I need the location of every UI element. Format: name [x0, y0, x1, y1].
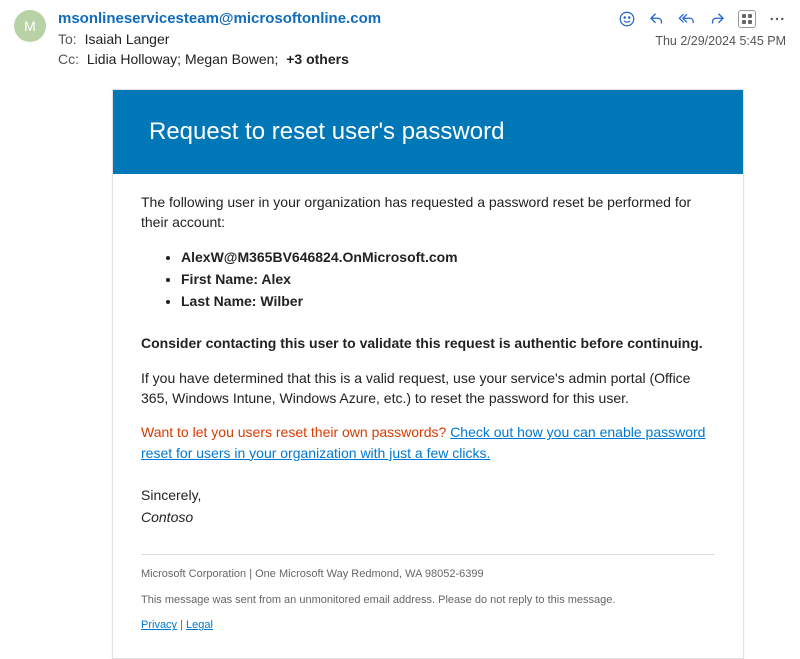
- sender-avatar: M: [14, 10, 46, 42]
- action-bar: [618, 10, 786, 28]
- react-icon[interactable]: [618, 10, 636, 28]
- company-signature: Contoso: [141, 507, 715, 527]
- sender-name[interactable]: msonlineservicesteam@microsoftonline.com: [58, 10, 618, 27]
- intro-text: The following user in your organization …: [141, 192, 715, 233]
- list-item: First Name: Alex: [181, 269, 715, 289]
- cc-value[interactable]: Lidia Holloway; Megan Bowen;: [87, 51, 278, 67]
- list-item: Last Name: Wilber: [181, 291, 715, 311]
- forward-icon[interactable]: [708, 10, 726, 28]
- header-right: Thu 2/29/2024 5:45 PM: [618, 10, 786, 48]
- user-details-list: AlexW@M365BV646824.OnMicrosoft.com First…: [181, 247, 715, 312]
- footer-note: This message was sent from an unmonitore…: [141, 593, 715, 609]
- warning-text: Consider contacting this user to validat…: [141, 333, 715, 353]
- list-item: AlexW@M365BV646824.OnMicrosoft.com: [181, 247, 715, 267]
- timestamp: Thu 2/29/2024 5:45 PM: [655, 34, 786, 48]
- signoff: Sincerely,: [141, 485, 715, 505]
- email-content: The following user in your organization …: [113, 174, 743, 658]
- reply-all-icon[interactable]: [678, 10, 696, 28]
- email-header: M msonlineservicesteam@microsoftonline.c…: [0, 0, 800, 77]
- to-value[interactable]: Isaiah Langer: [85, 31, 170, 47]
- banner-title: Request to reset user's password: [113, 90, 743, 174]
- email-footer: Microsoft Corporation | One Microsoft Wa…: [141, 554, 715, 635]
- valid-request-text: If you have determined that this is a va…: [141, 368, 715, 409]
- promo-red-text: Want to let you users reset their own pa…: [141, 424, 450, 440]
- footer-sep: |: [177, 619, 186, 631]
- to-line: To: Isaiah Langer: [58, 31, 618, 47]
- more-icon[interactable]: [768, 10, 786, 28]
- cc-label: Cc:: [58, 51, 79, 67]
- cc-line: Cc: Lidia Holloway; Megan Bowen; +3 othe…: [58, 51, 618, 67]
- privacy-link[interactable]: Privacy: [141, 619, 177, 631]
- apps-icon[interactable]: [738, 10, 756, 28]
- cc-extra[interactable]: +3 others: [286, 51, 349, 67]
- promo-line: Want to let you users reset their own pa…: [141, 422, 715, 463]
- email-body: Request to reset user's password The fol…: [112, 89, 744, 659]
- legal-link[interactable]: Legal: [186, 619, 213, 631]
- footer-links: Privacy | Legal: [141, 618, 715, 634]
- reply-icon[interactable]: [648, 10, 666, 28]
- header-main: msonlineservicesteam@microsoftonline.com…: [58, 10, 618, 71]
- to-label: To:: [58, 31, 77, 47]
- footer-corp: Microsoft Corporation | One Microsoft Wa…: [141, 567, 715, 583]
